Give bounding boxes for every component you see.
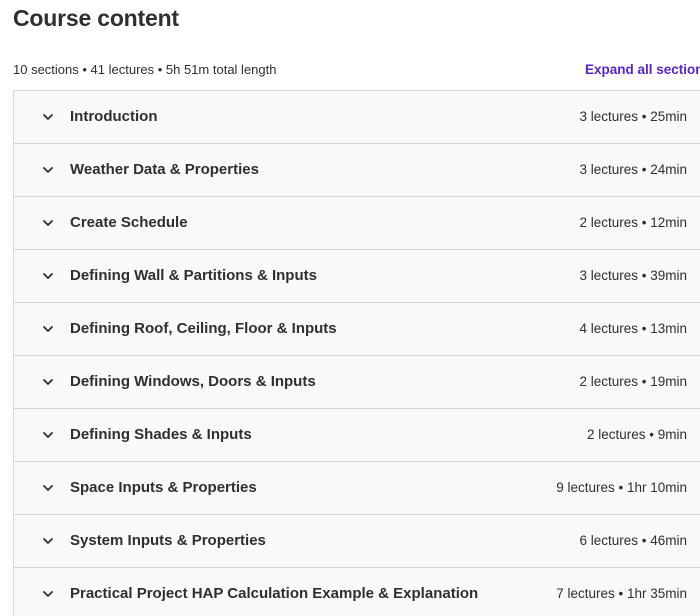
section-title: Space Inputs & Properties xyxy=(70,479,257,496)
section-title: Defining Wall & Partitions & Inputs xyxy=(70,267,317,284)
section-title: Defining Shades & Inputs xyxy=(70,426,252,443)
section-meta: 3 lectures • 24min xyxy=(579,162,687,177)
section-meta: 2 lectures • 9min xyxy=(586,427,687,442)
section-meta: 2 lectures • 19min xyxy=(579,374,687,389)
section-title: Defining Windows, Doors & Inputs xyxy=(70,373,316,390)
section-meta: 6 lectures • 46min xyxy=(579,533,687,548)
section-header[interactable]: System Inputs & Properties 6 lectures • … xyxy=(14,515,700,568)
section-meta: 9 lectures • 1hr 10min xyxy=(556,480,687,495)
section-header[interactable]: Defining Wall & Partitions & Inputs 3 le… xyxy=(14,250,700,303)
section-header[interactable]: Defining Roof, Ceiling, Floor & Inputs 4… xyxy=(14,303,700,356)
expand-all-sections-button[interactable]: Expand all sections xyxy=(585,62,700,77)
section-meta: 2 lectures • 12min xyxy=(579,215,687,230)
chevron-down-icon xyxy=(40,162,56,178)
section-title: Introduction xyxy=(70,108,158,125)
chevron-down-icon xyxy=(40,268,56,284)
chevron-down-icon xyxy=(40,109,56,125)
section-title: System Inputs & Properties xyxy=(70,532,266,549)
section-header[interactable]: Create Schedule 2 lectures • 12min xyxy=(14,197,700,250)
section-title: Practical Project HAP Calculation Exampl… xyxy=(70,585,479,602)
chevron-down-icon xyxy=(40,374,56,390)
section-header[interactable]: Introduction 3 lectures • 25min xyxy=(14,91,700,144)
section-meta: 4 lectures • 13min xyxy=(579,321,687,336)
chevron-down-icon xyxy=(40,427,56,443)
course-content-panel: Course content 10 sections • 41 lectures… xyxy=(0,0,700,616)
section-header[interactable]: Practical Project HAP Calculation Exampl… xyxy=(14,568,700,616)
section-meta: 7 lectures • 1hr 35min xyxy=(556,586,687,601)
chevron-down-icon xyxy=(40,533,56,549)
section-title: Defining Roof, Ceiling, Floor & Inputs xyxy=(70,320,337,337)
section-header[interactable]: Space Inputs & Properties 9 lectures • 1… xyxy=(14,462,700,515)
section-title: Weather Data & Properties xyxy=(70,161,259,178)
course-summary-row: 10 sections • 41 lectures • 5h 51m total… xyxy=(13,62,700,80)
chevron-down-icon xyxy=(40,586,56,602)
sections-accordion: Introduction 3 lectures • 25min Weather … xyxy=(13,90,700,616)
section-meta: 3 lectures • 25min xyxy=(579,109,687,124)
chevron-down-icon xyxy=(40,480,56,496)
section-header[interactable]: Defining Shades & Inputs 2 lectures • 9m… xyxy=(14,409,700,462)
section-header[interactable]: Defining Windows, Doors & Inputs 2 lectu… xyxy=(14,356,700,409)
section-title: Create Schedule xyxy=(70,214,188,231)
chevron-down-icon xyxy=(40,215,56,231)
section-header[interactable]: Weather Data & Properties 3 lectures • 2… xyxy=(14,144,700,197)
section-meta: 3 lectures • 39min xyxy=(579,268,687,283)
chevron-down-icon xyxy=(40,321,56,337)
course-summary: 10 sections • 41 lectures • 5h 51m total… xyxy=(13,62,277,77)
page-title: Course content xyxy=(13,5,179,31)
